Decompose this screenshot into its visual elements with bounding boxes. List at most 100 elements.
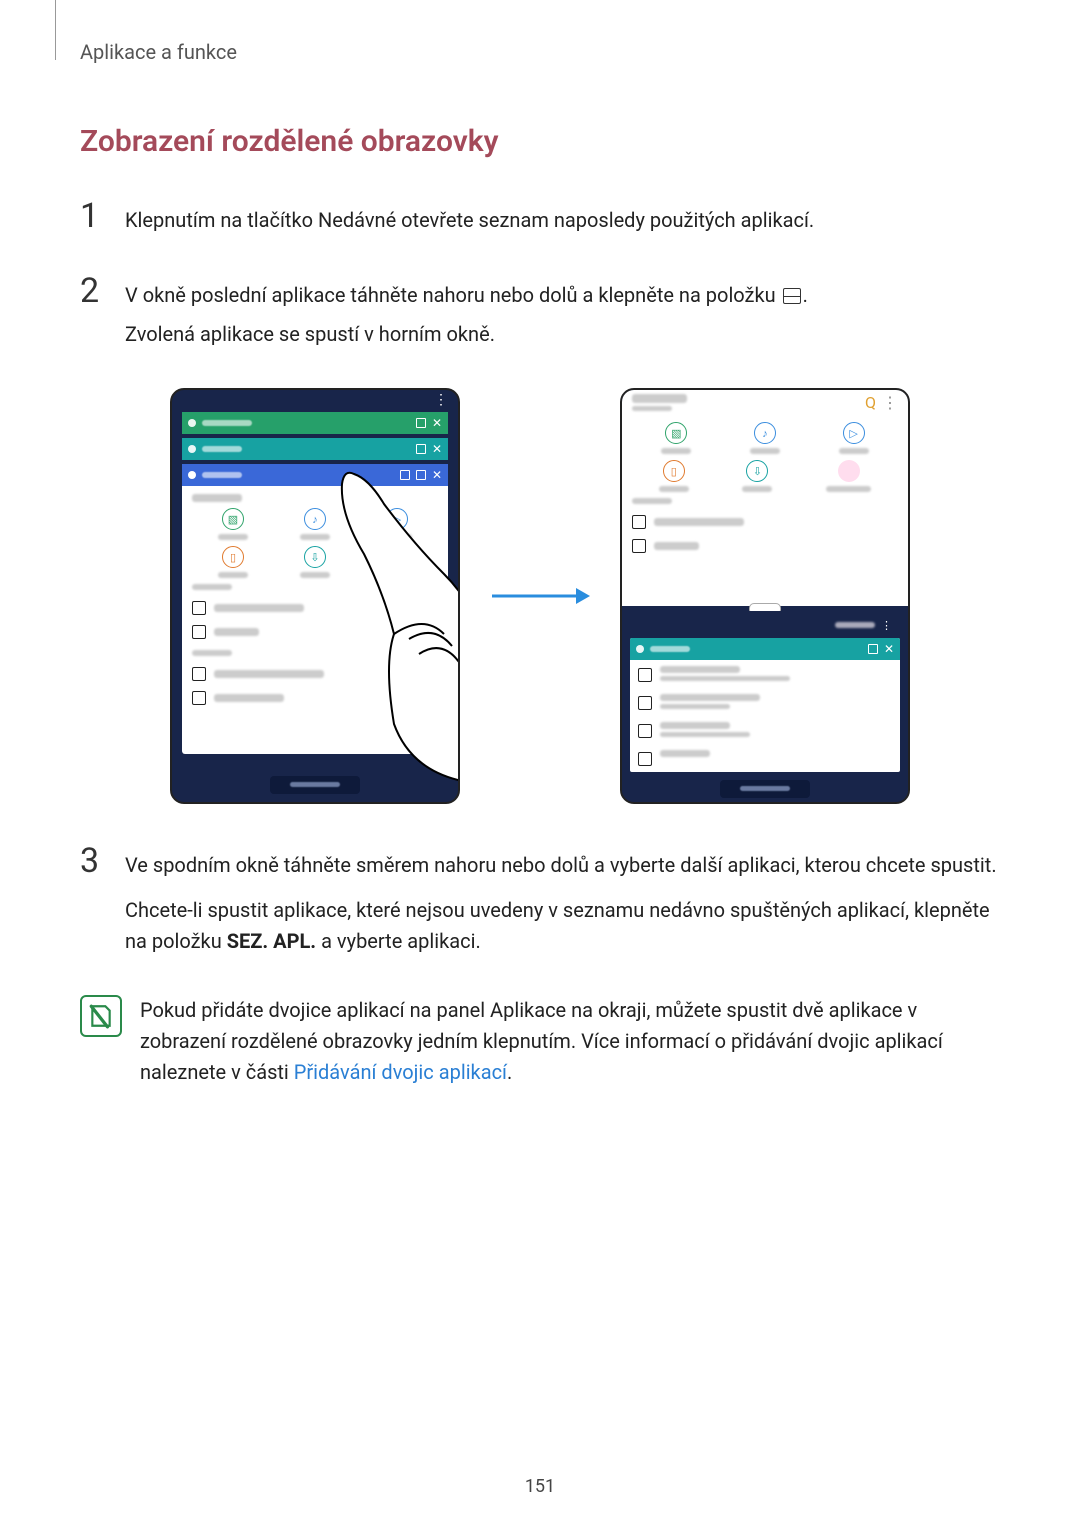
blur-label bbox=[214, 604, 304, 612]
blur-label bbox=[382, 572, 412, 578]
blur-sub bbox=[632, 406, 672, 411]
step-body: Ve spodním okně táhněte směrem nahoru ne… bbox=[125, 844, 1000, 965]
documents-icon: ▯ bbox=[663, 460, 685, 482]
split-top-pane: Q ⋮ ▧ ♪ ▷ ▯ ⇩ bbox=[622, 390, 908, 606]
blur-label bbox=[192, 494, 242, 502]
split-view-icon bbox=[416, 418, 426, 428]
display-icon bbox=[638, 752, 652, 766]
step-2-text-a: V okně poslední aplikace táhněte nahoru … bbox=[125, 283, 776, 307]
connections-icon bbox=[638, 668, 652, 682]
app-icon bbox=[636, 645, 644, 653]
categories-row: ▧ ♪ ▷ bbox=[192, 508, 438, 540]
settings-sounds bbox=[630, 688, 900, 716]
app-icon bbox=[188, 471, 196, 479]
blur-label bbox=[839, 448, 869, 454]
blur-label bbox=[218, 572, 248, 578]
step-1: 1 Klepnutím na tlačítko Nedávné otevřete… bbox=[80, 199, 1000, 244]
blur-label bbox=[742, 486, 772, 492]
phone-storage-icon bbox=[632, 515, 646, 529]
step-body: Klepnutím na tlačítko Nedávné otevřete s… bbox=[125, 199, 814, 244]
note-icon bbox=[80, 995, 122, 1037]
images-icon: ▧ bbox=[222, 508, 244, 530]
apk-icon bbox=[838, 460, 860, 482]
blur-label bbox=[382, 534, 412, 540]
blur-label bbox=[654, 518, 744, 526]
categories-row: ▧ ♪ ▷ bbox=[632, 422, 898, 454]
recent-card-header: ✕ bbox=[630, 638, 900, 660]
app-title-blur bbox=[202, 446, 242, 452]
step-3-p2-b: a vyberte aplikaci. bbox=[316, 929, 481, 953]
cat-documents: ▯ bbox=[218, 546, 248, 578]
blur-label bbox=[660, 750, 710, 757]
bottom-recents-bar: ⋮ bbox=[630, 617, 900, 633]
close-icon: ✕ bbox=[884, 642, 894, 656]
cat-audio: ♪ bbox=[750, 422, 780, 454]
settings-notifications bbox=[630, 716, 900, 744]
google-drive-icon bbox=[192, 691, 206, 705]
app-title-blur bbox=[650, 646, 690, 652]
cat-videos: ▷ bbox=[839, 422, 869, 454]
blur-label bbox=[826, 486, 871, 492]
more-icon: ⋮ bbox=[881, 619, 892, 632]
arrow-right-icon bbox=[490, 581, 590, 611]
app-icon bbox=[188, 419, 196, 427]
cat-videos: ▷ bbox=[382, 508, 412, 540]
sd-card-icon bbox=[192, 625, 206, 639]
close-icon: ✕ bbox=[432, 442, 442, 456]
page-number: 151 bbox=[0, 1476, 1080, 1497]
breadcrumb: Aplikace a funkce bbox=[80, 40, 1000, 64]
videos-icon: ▷ bbox=[386, 508, 408, 530]
split-view-icon bbox=[416, 470, 426, 480]
app-icon bbox=[188, 445, 196, 453]
close-icon: ✕ bbox=[432, 416, 442, 430]
split-view-icon bbox=[868, 644, 878, 654]
blur-label bbox=[660, 676, 790, 681]
sd-card-icon bbox=[632, 539, 646, 553]
cat-images: ▧ bbox=[218, 508, 248, 540]
blur-label bbox=[218, 534, 248, 540]
downloads-icon: ⇩ bbox=[304, 546, 326, 568]
step-1-text: Klepnutím na tlačítko Nedávné otevřete s… bbox=[125, 205, 814, 236]
sounds-icon bbox=[638, 696, 652, 710]
notifications-icon bbox=[638, 724, 652, 738]
split-view-icon bbox=[416, 444, 426, 454]
audio-icon: ♪ bbox=[754, 422, 776, 444]
step-3-p2-bold: SEZ. APL. bbox=[227, 929, 316, 953]
note-text-a: Pokud přidáte dvojice aplikací na panel … bbox=[140, 998, 943, 1084]
device-left-recents: ⋮ ✕ ✕ bbox=[170, 388, 460, 804]
app-title-blur bbox=[202, 420, 252, 426]
cat-documents: ▯ bbox=[659, 460, 689, 492]
blur-label bbox=[660, 666, 740, 673]
close-all-button bbox=[270, 776, 360, 794]
blur-label bbox=[750, 448, 780, 454]
myfiles-topbar: Q ⋮ bbox=[622, 390, 908, 414]
recent-card-settings: ✕ bbox=[630, 638, 900, 772]
settings-display bbox=[630, 744, 900, 772]
cat-apk bbox=[382, 546, 412, 578]
step-number: 3 bbox=[80, 844, 125, 965]
note-link[interactable]: Přidávání dvojic aplikací bbox=[294, 1060, 507, 1084]
phone-storage-icon bbox=[192, 601, 206, 615]
step-3-p1: Ve spodním okně táhněte směrem nahoru ne… bbox=[125, 850, 1000, 881]
step-body: V okně poslední aplikace táhněte nahoru … bbox=[125, 274, 808, 358]
step-2-text-b: . bbox=[803, 283, 808, 307]
cat-audio: ♪ bbox=[300, 508, 330, 540]
step-3-p2: Chcete-li spustit aplikace, které nejsou… bbox=[125, 895, 1000, 957]
recent-card-header: ✕ bbox=[182, 438, 448, 460]
more-icon: ⋮ bbox=[882, 393, 898, 412]
note-body: Pokud přidáte dvojice aplikací na panel … bbox=[140, 995, 1000, 1088]
documents-icon: ▯ bbox=[222, 546, 244, 568]
search-icon: Q bbox=[865, 393, 876, 412]
cat-apk bbox=[826, 460, 871, 492]
storage-sd bbox=[632, 534, 898, 558]
cat-downloads: ⇩ bbox=[300, 546, 330, 578]
status-bar: ⋮ bbox=[172, 390, 458, 410]
cat-downloads: ⇩ bbox=[742, 460, 772, 492]
blur-label bbox=[214, 694, 284, 702]
split-view-icon bbox=[783, 288, 801, 304]
videos-icon: ▷ bbox=[843, 422, 865, 444]
close-all-button bbox=[720, 780, 810, 798]
apk-icon bbox=[386, 546, 408, 568]
cloud-icon bbox=[192, 667, 206, 681]
more-icon: ⋮ bbox=[434, 392, 448, 408]
